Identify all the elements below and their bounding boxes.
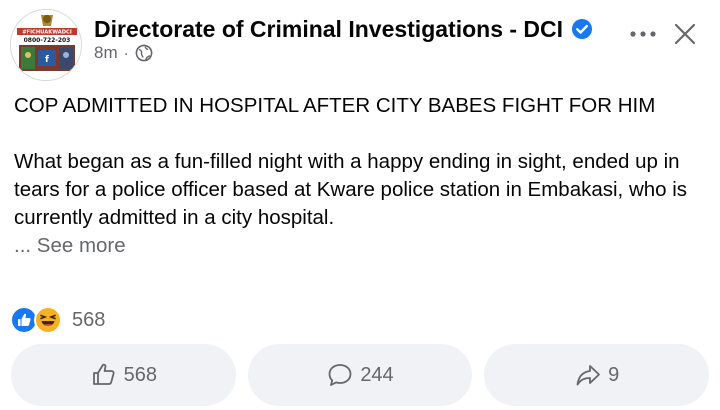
reaction-icons [10,306,64,334]
like-button[interactable]: 568 [11,344,236,406]
close-button[interactable] [671,20,699,48]
share-arrow-icon [574,361,602,389]
post-body-text: What began as a fun-filled night with a … [14,150,688,229]
post-text: COP ADMITTED IN HOSPITAL AFTER CITY BABE… [14,92,704,260]
svg-text:f: f [45,55,49,65]
page-avatar[interactable]: #FICHUAKWADCI 0800-722-203 f [10,9,82,81]
dci-logo: #FICHUAKWADCI 0800-722-203 f [11,10,81,80]
reaction-count: 568 [72,308,106,331]
reactions-summary[interactable]: 568 [10,306,105,334]
comment-button[interactable]: 244 [247,344,473,406]
close-icon [674,23,696,45]
meta-separator: · [123,44,129,62]
more-dots-icon [630,31,656,37]
share-button[interactable]: 9 [484,344,710,406]
see-more-link[interactable]: ... See more [14,232,704,260]
post-timestamp[interactable]: 8m [94,43,118,63]
comment-count: 244 [360,363,394,386]
svg-text:#FICHUAKWADCI: #FICHUAKWADCI [22,30,72,36]
page-name[interactable]: Directorate of Criminal Investigations -… [94,16,563,43]
page-name-row: Directorate of Criminal Investigations -… [94,12,593,46]
globe-icon[interactable] [135,44,153,62]
svg-text:0800-722-203: 0800-722-203 [24,37,71,44]
like-count: 568 [123,363,158,386]
comment-icon [326,361,354,389]
post-headline: COP ADMITTED IN HOSPITAL AFTER CITY BABE… [14,94,656,117]
verified-badge-icon [571,18,593,40]
share-count: 9 [608,363,620,386]
haha-reaction-icon [34,306,62,334]
thumbs-up-icon [90,361,118,389]
post-meta: 8m · [94,42,153,64]
post-actions: 568 244 9 [11,344,710,406]
more-options-button[interactable] [626,22,660,46]
post-header: #FICHUAKWADCI 0800-722-203 f Directorate… [0,0,720,81]
